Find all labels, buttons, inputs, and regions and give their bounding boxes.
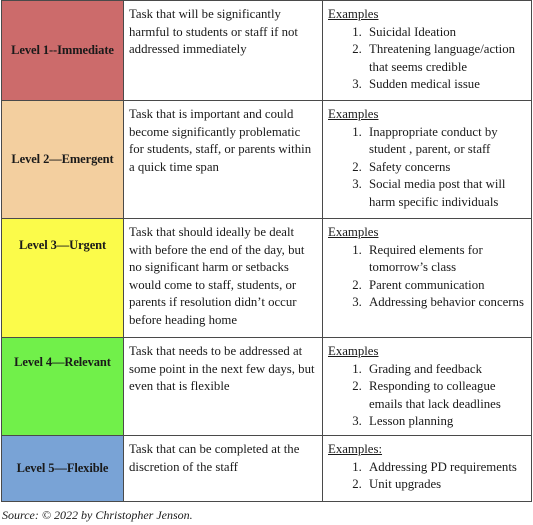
table-row: Level 3—Urgent Task that should ideally … [1,218,532,338]
description-cell: Task that is important and could become … [123,100,323,219]
list-item: Addressing PD requirements [365,459,531,477]
examples-heading: Examples [328,107,379,121]
level-cell: Level 2—Emergent [1,100,124,219]
level-cell: Level 4—Relevant [1,337,124,436]
level-label: Level 3—Urgent [18,238,107,252]
examples-heading: Examples: [328,442,383,456]
examples-heading: Examples [328,344,379,358]
examples-heading: Examples [328,7,379,21]
table-row: Level 1--Immediate Task that will be sig… [1,0,532,101]
source-caption: Source: © 2022 by Christopher Jenson. [2,508,193,522]
level-label: Level 4—Relevant [14,355,111,369]
table-row: Level 5—Flexible Task that can be comple… [1,435,532,502]
list-item: Lesson planning [365,413,531,431]
list-item: Suicidal Ideation [365,24,531,42]
examples-list: Grading and feedback Responding to colle… [323,361,531,431]
level-label: Level 1--Immediate [11,43,114,57]
list-item: Responding to colleague emails that lack… [365,378,531,413]
list-item: Inappropriate conduct by student , paren… [365,124,531,159]
list-item: Threatening language/action that seems c… [365,41,531,76]
examples-list: Addressing PD requirements Unit upgrades [323,459,531,494]
examples-list: Required elements for tomorrow’s class P… [323,242,531,312]
examples-cell: Examples: Addressing PD requirements Uni… [322,435,532,502]
list-item: Safety concerns [365,159,531,177]
priority-levels-table: Level 1--Immediate Task that will be sig… [1,0,532,502]
list-item: Required elements for tomorrow’s class [365,242,531,277]
list-item: Sudden medical issue [365,76,531,94]
description-text: Task that can be completed at the discre… [129,442,300,474]
table-row: Level 4—Relevant Task that needs to be a… [1,337,532,436]
examples-cell: Examples Grading and feedback Responding… [322,337,532,436]
level-label: Level 5—Flexible [16,461,109,475]
level-label: Level 2—Emergent [11,152,114,166]
description-text: Task that needs to be addressed at some … [129,344,315,393]
list-item: Social media post that will harm specifi… [365,176,531,211]
table-row: Level 2—Emergent Task that is important … [1,100,532,219]
list-item: Grading and feedback [365,361,531,379]
examples-list: Inappropriate conduct by student , paren… [323,124,531,212]
list-item: Addressing behavior concerns [365,294,531,312]
examples-heading: Examples [328,225,379,239]
description-cell: Task that needs to be addressed at some … [123,337,323,436]
examples-cell: Examples Suicidal Ideation Threatening l… [322,0,532,101]
list-item: Parent communication [365,277,531,295]
level-cell: Level 1--Immediate [1,0,124,101]
description-cell: Task that should ideally be dealt with b… [123,218,323,338]
level-cell: Level 5—Flexible [1,435,124,502]
level-cell: Level 3—Urgent [1,218,124,338]
examples-cell: Examples Required elements for tomorrow’… [322,218,532,338]
description-cell: Task that will be significantly harmful … [123,0,323,101]
description-cell: Task that can be completed at the discre… [123,435,323,502]
description-text: Task that should ideally be dealt with b… [129,225,305,327]
examples-list: Suicidal Ideation Threatening language/a… [323,24,531,94]
list-item: Unit upgrades [365,476,531,494]
description-text: Task that will be significantly harmful … [129,7,298,56]
examples-cell: Examples Inappropriate conduct by studen… [322,100,532,219]
description-text: Task that is important and could become … [129,107,312,174]
